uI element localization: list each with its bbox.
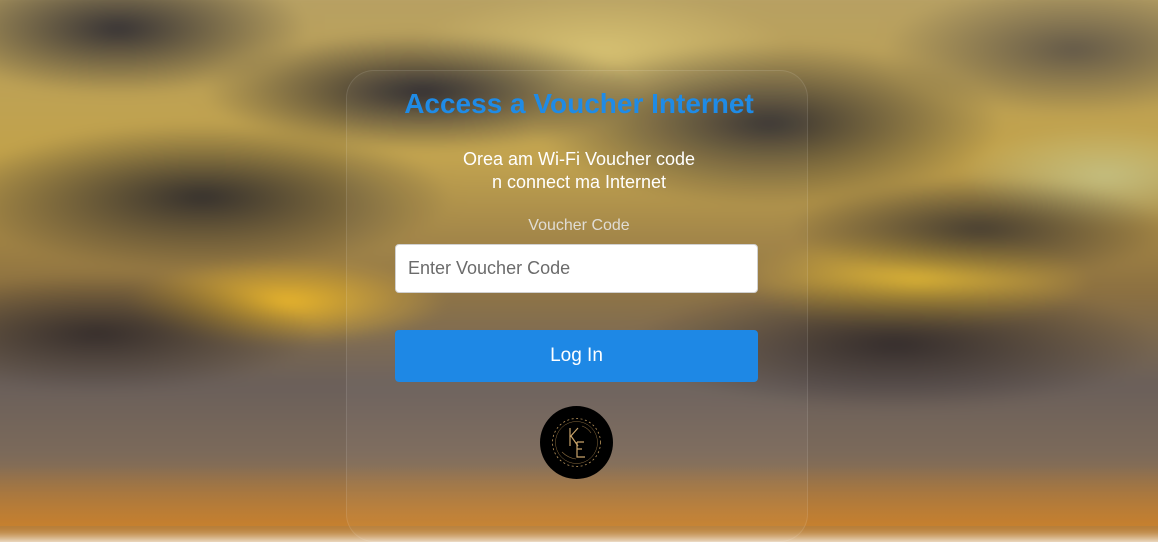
- subtitle-line-2: n connect ma Internet: [0, 171, 1158, 194]
- voucher-code-input[interactable]: [395, 244, 758, 293]
- ke-monogram-logo: [540, 406, 613, 479]
- page-title: Access a Voucher Internet: [0, 88, 1158, 120]
- page-subtitle: Orea am Wi-Fi Voucher code n connect ma …: [0, 148, 1158, 194]
- voucher-code-label: Voucher Code: [0, 217, 1158, 235]
- subtitle-line-1: Orea am Wi-Fi Voucher code: [0, 148, 1158, 171]
- login-button[interactable]: Log In: [395, 330, 758, 382]
- logo-emblem-icon: [540, 406, 613, 479]
